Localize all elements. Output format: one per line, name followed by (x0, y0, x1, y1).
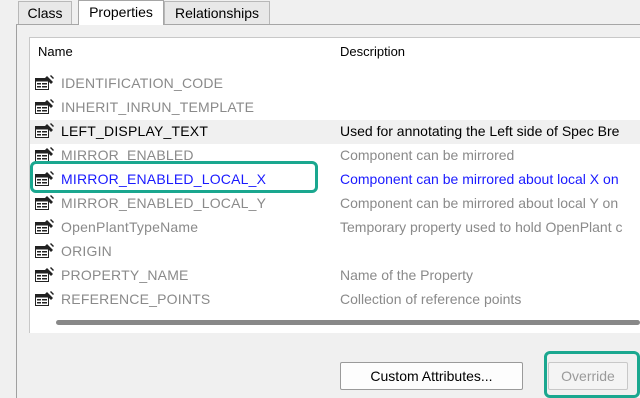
property-icon (35, 99, 54, 114)
property-icon (35, 243, 54, 258)
table-row[interactable]: ORIGIN (30, 240, 640, 264)
property-icon (35, 123, 54, 138)
property-name: OpenPlantTypeName (61, 219, 199, 235)
table-row[interactable]: INHERIT_INRUN_TEMPLATE (30, 96, 640, 120)
horizontal-scrollbar[interactable] (56, 320, 640, 325)
property-icon (35, 219, 54, 234)
property-name: MIRROR_ENABLED_LOCAL_Y (61, 195, 267, 211)
left-panel-edge (0, 0, 16, 398)
property-icon (35, 267, 54, 282)
property-description: Component can be mirrored about local Y … (340, 195, 619, 211)
tab-class[interactable]: Class (18, 1, 72, 24)
property-description: Name of the Property (340, 267, 474, 283)
property-name: LEFT_DISPLAY_TEXT (61, 123, 209, 139)
highlight-callout-override (544, 351, 640, 398)
property-description: Temporary property used to hold OpenPlan… (340, 219, 623, 235)
custom-attributes-button[interactable]: Custom Attributes... (340, 362, 523, 390)
property-description: Component can be mirrored about local X … (340, 171, 619, 187)
property-name: PROPERTY_NAME (61, 267, 189, 283)
table-row[interactable]: IDENTIFICATION_CODE (30, 72, 640, 96)
table-row[interactable]: REFERENCE_POINTS Collection of reference … (30, 288, 640, 312)
property-icon (35, 75, 54, 90)
table-row[interactable]: LEFT_DISPLAY_TEXT Used for annotating the… (30, 120, 640, 144)
column-header-name[interactable]: Name (38, 44, 73, 59)
property-name: IDENTIFICATION_CODE (61, 75, 224, 91)
property-icon (35, 195, 54, 210)
table-row[interactable]: MIRROR_ENABLED_LOCAL_Y Component can be m… (30, 192, 640, 216)
property-description: Collection of reference points (340, 291, 522, 307)
property-name: REFERENCE_POINTS (61, 291, 211, 307)
highlight-callout-selected-row (30, 161, 318, 193)
table-row[interactable]: OpenPlantTypeName Temporary property used… (30, 216, 640, 240)
property-name: ORIGIN (61, 243, 112, 259)
column-header-description[interactable]: Description (340, 44, 405, 59)
property-icon (35, 291, 54, 306)
property-description: Component can be mirrored (340, 147, 515, 163)
tab-relationships[interactable]: Relationships (164, 1, 270, 24)
property-name: INHERIT_INRUN_TEMPLATE (61, 99, 255, 115)
table-row[interactable]: PROPERTY_NAME Name of the Property (30, 264, 640, 288)
property-description: Used for annotating the Left side of Spe… (340, 123, 620, 139)
tab-properties[interactable]: Properties (78, 0, 164, 25)
